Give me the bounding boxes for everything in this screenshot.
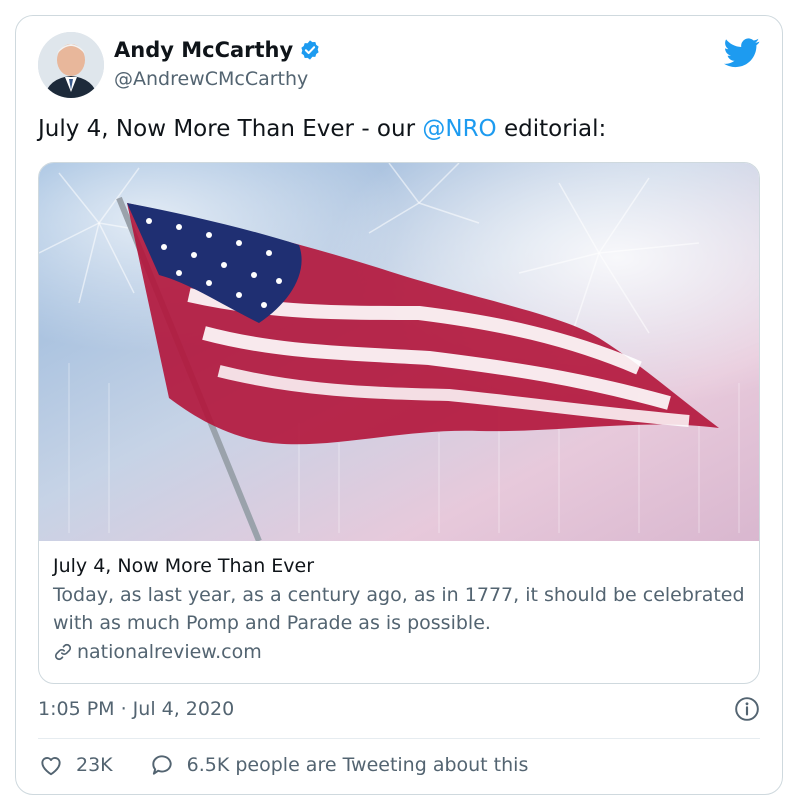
conversation-text: 6.5K people are Tweeting about this — [186, 754, 529, 776]
link-preview-image — [39, 163, 759, 541]
link-domain: nationalreview.com — [77, 641, 262, 663]
link-title: July 4, Now More Than Ever — [53, 555, 315, 577]
mention-link[interactable]: @NRO — [422, 116, 496, 142]
conversation-button[interactable]: 6.5K people are Tweeting about this — [149, 752, 529, 778]
author-handle[interactable]: @AndrewCMcCarthy — [114, 68, 308, 90]
info-icon[interactable] — [734, 696, 760, 722]
author-name[interactable]: Andy McCarthy — [114, 38, 293, 62]
tweet-text-part: July 4, Now More Than Ever - our — [38, 116, 423, 142]
link-icon — [54, 643, 72, 661]
tweet-card: Andy McCarthy @AndrewCMcCarthy July 4, N… — [15, 15, 783, 795]
link-description: Today, as last year, as a century ago, a… — [53, 584, 745, 634]
like-button[interactable]: 23K — [38, 752, 113, 778]
heart-icon — [41, 757, 61, 776]
avatar[interactable] — [38, 32, 104, 98]
action-bar: 23K 6.5K people are Tweeting about this — [38, 752, 528, 778]
divider — [38, 738, 760, 739]
tweet-timestamp[interactable]: 1:05 PM · Jul 4, 2020 — [38, 698, 234, 720]
tweet-text: July 4, Now More Than Ever - our @NRO ed… — [38, 116, 606, 142]
twitter-logo-icon[interactable] — [724, 38, 760, 68]
verified-badge-icon — [301, 40, 319, 60]
like-count: 23K — [76, 754, 113, 776]
tweet-text-part: editorial: — [496, 116, 607, 142]
speech-bubble-icon — [151, 755, 172, 775]
link-preview-card[interactable]: July 4, Now More Than Ever Today, as las… — [38, 162, 760, 684]
